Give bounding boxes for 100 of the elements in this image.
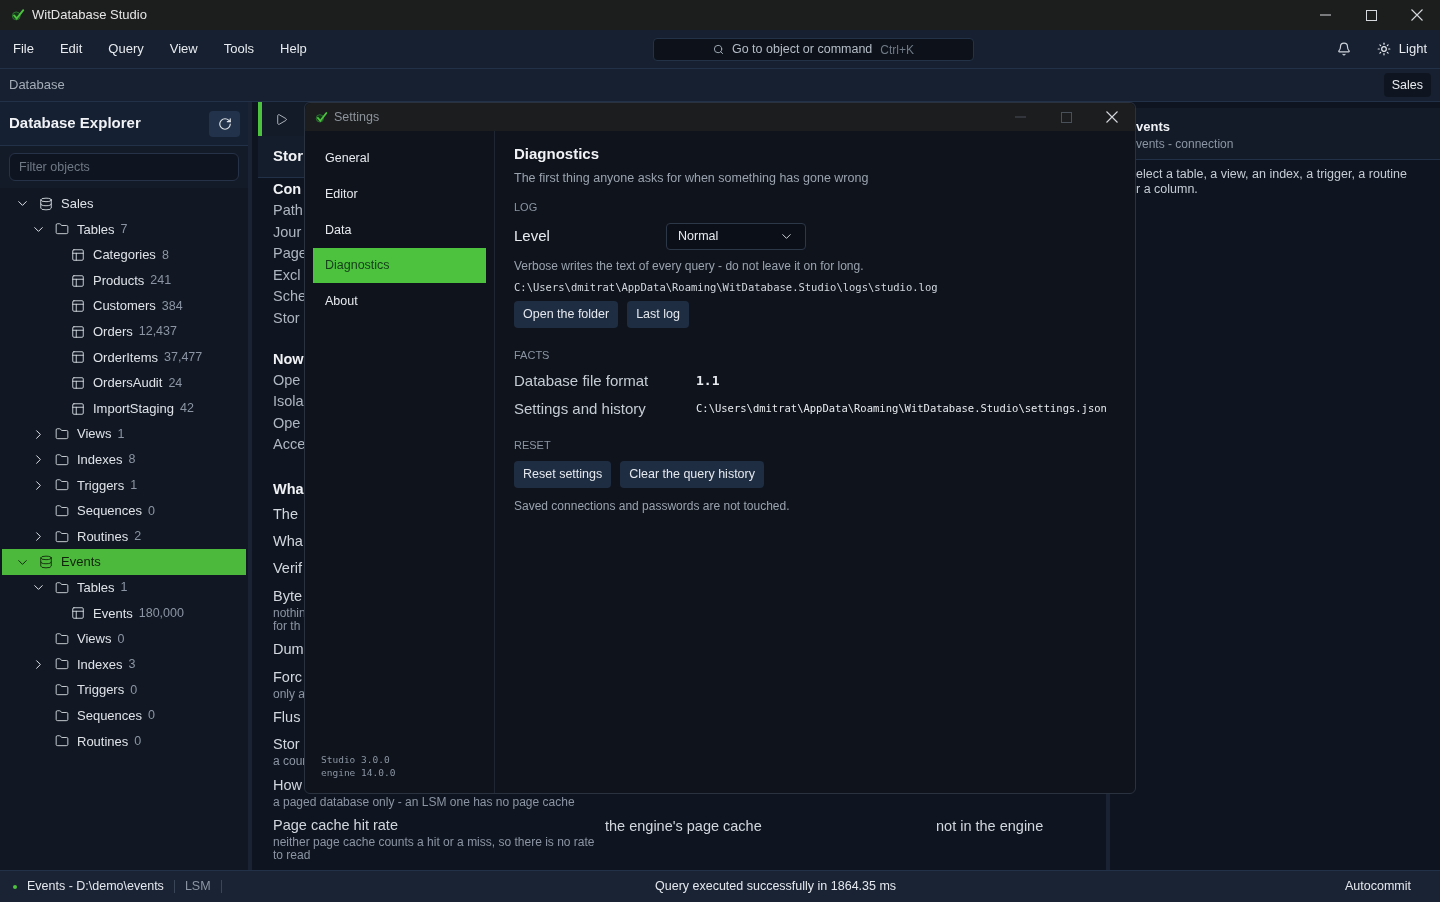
folder-icon	[55, 529, 69, 544]
item-count: 8	[161, 246, 169, 264]
menu-item[interactable]: View	[159, 39, 208, 59]
row-label: Ope	[273, 413, 301, 433]
item-count: 3	[128, 656, 136, 674]
database-tag[interactable]: Sales	[1383, 72, 1431, 98]
row-label: Jour	[273, 222, 302, 242]
table-icon	[71, 606, 85, 621]
menu-item[interactable]: Query	[98, 39, 154, 59]
row-label: Sche	[273, 287, 307, 307]
item-count: 0	[148, 707, 155, 725]
menu-item[interactable]: Tools	[213, 39, 265, 59]
menu-item[interactable]: File	[3, 39, 44, 59]
row-label: Forc	[273, 667, 302, 687]
tree-item[interactable]: Views 0	[2, 626, 246, 652]
tree-item[interactable]: Tables 1	[2, 574, 246, 601]
tree-item-label: Routines	[77, 732, 129, 751]
row-note: to read	[273, 849, 311, 862]
table-icon	[71, 248, 85, 262]
tree-item[interactable]: ImportStaging 42	[2, 395, 246, 422]
maximize-icon	[1365, 9, 1377, 21]
search-icon	[712, 44, 724, 55]
tree-item[interactable]: OrderItems 37,477	[2, 344, 246, 371]
row-label: Page cache hit rate	[273, 816, 398, 835]
item-count: 1	[130, 476, 138, 494]
window-title: WitDatabase Studio	[32, 6, 147, 25]
row-label: Stor	[273, 735, 300, 755]
inspector-hint: r a column.	[1136, 182, 1199, 197]
notifications-icon[interactable]	[1336, 42, 1351, 56]
row-label: How	[273, 775, 302, 795]
reset-note: Saved connections and passwords are not touched.	[514, 499, 791, 514]
tree-item[interactable]: Events	[2, 549, 246, 575]
item-count: 0	[130, 681, 138, 699]
tree-item[interactable]: Tables 7	[2, 216, 246, 243]
action-button[interactable]: Open the folder	[514, 301, 619, 328]
menu-item[interactable]: Edit	[49, 39, 93, 59]
tree-item[interactable]: Indexes 8	[2, 446, 246, 473]
tree-item-label: ImportStaging	[93, 399, 174, 418]
theme-toggle[interactable]: Light	[1376, 39, 1427, 59]
tree-item-label: Events	[93, 604, 133, 623]
command-search[interactable]: Go to object or command Ctrl+K	[653, 38, 974, 61]
action-button[interactable]: Last log	[627, 301, 689, 328]
level-hint: Verbose writes the text of every query - do not leave it on for long.	[514, 259, 865, 274]
status-message: Query executed successfully in 1864.35 ms	[655, 878, 897, 896]
settings-nav-item[interactable]: General	[313, 141, 486, 177]
tree-item-label: Views	[77, 630, 112, 649]
minimize-icon	[1319, 14, 1331, 16]
tree-item[interactable]: Products 241	[2, 267, 246, 294]
tree-item-label: Customers	[93, 297, 156, 316]
table-icon	[71, 324, 85, 339]
action-button[interactable]: Reset settings	[514, 461, 612, 488]
table-icon	[71, 273, 85, 288]
item-count: 180,000	[138, 604, 184, 622]
row-label: Path	[273, 201, 303, 220]
tree-item[interactable]: Orders 12,437	[2, 318, 246, 345]
tree-item[interactable]: Events 180,000	[2, 600, 246, 627]
settings-nav-item[interactable]: About	[313, 283, 486, 319]
settings-nav-item[interactable]: Diagnostics	[313, 247, 486, 284]
field-label: Level	[514, 226, 551, 247]
tree-item[interactable]: OrdersAudit 24	[2, 370, 246, 396]
menu-item[interactable]: Help	[270, 39, 317, 59]
tree-item[interactable]: Customers 384	[2, 293, 246, 319]
inspector-hint: elect a table, a view, an index, a trigger, a routine	[1136, 167, 1408, 182]
action-button[interactable]: Clear the query history	[620, 461, 764, 488]
tree-item[interactable]: Routines 0	[2, 728, 246, 755]
tree-item[interactable]: Triggers 0	[2, 677, 246, 703]
page-subtitle: The first thing anyone asks for when something has gone wrong	[514, 170, 870, 186]
folder-icon	[55, 503, 69, 518]
tree-item-label: Indexes	[77, 451, 123, 469]
tree-item[interactable]: Sequences 0	[2, 498, 246, 524]
refresh-button[interactable]	[209, 110, 240, 137]
table-icon	[71, 375, 85, 390]
tree-item-label: Triggers	[77, 476, 125, 495]
tree-item[interactable]: Triggers 1	[2, 472, 246, 499]
tree-item-label: Events	[61, 553, 101, 572]
section-heading: RESET	[514, 438, 552, 452]
tree-item-label: Sales	[61, 195, 94, 214]
database-icon	[39, 555, 53, 570]
page-title: Diagnostics	[514, 144, 601, 164]
connection-label: Events - D:\demo\events	[27, 878, 164, 896]
logo-icon	[315, 110, 328, 124]
settings-nav-item[interactable]: Editor	[313, 176, 486, 213]
engine-label: LSM	[184, 878, 211, 896]
tree-item[interactable]: Views 1	[2, 421, 246, 447]
tree-item-label: Products	[93, 271, 145, 290]
tree-item-label: Routines	[77, 527, 129, 546]
tree-item-label: Tables	[77, 578, 115, 597]
tree-item-label: OrdersAudit	[93, 374, 163, 393]
run-icon[interactable]	[275, 112, 288, 126]
tree-item[interactable]: Routines 2	[2, 523, 246, 550]
tree-item[interactable]: Sales	[2, 191, 246, 217]
tree-item[interactable]: Sequences 0	[2, 702, 246, 729]
item-count: 0	[148, 502, 155, 520]
folder-icon	[55, 734, 69, 749]
tree-item[interactable]: Categories 8	[2, 242, 246, 268]
level-dropdown[interactable]: Normal	[666, 223, 806, 250]
tree-item[interactable]: Indexes 3	[2, 651, 246, 678]
settings-nav-item[interactable]: Data	[313, 212, 486, 248]
folder-icon	[55, 427, 69, 442]
filter-field[interactable]: Filter objects	[9, 153, 239, 181]
